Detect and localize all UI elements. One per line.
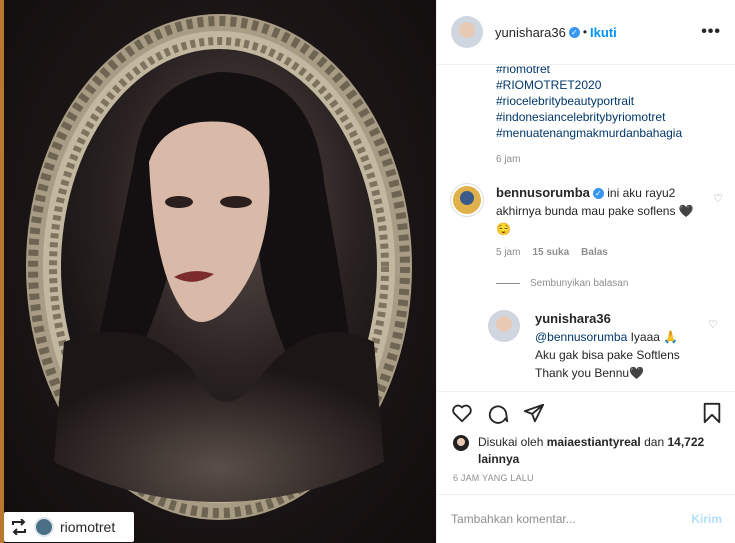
share-send-icon[interactable]	[523, 402, 545, 424]
more-options-icon[interactable]: •••	[701, 23, 721, 41]
hashtag-link[interactable]: #RIOMOTRET2020	[496, 77, 726, 93]
repost-avatar	[34, 517, 54, 537]
author-username[interactable]: yunishara36	[495, 25, 566, 40]
verified-badge-icon: ✓	[592, 188, 604, 199]
replies-divider-line	[496, 283, 520, 284]
like-heart-icon[interactable]	[451, 402, 473, 424]
author-avatar[interactable]	[451, 16, 483, 48]
hashtag-link[interactable]: #riomotret	[496, 66, 726, 77]
hashtag-link[interactable]: #menuatenangmakmurdanbahagia	[496, 125, 726, 141]
comment-bubble-icon[interactable]	[487, 402, 509, 424]
reply-mention-link[interactable]: @bennusorumba	[535, 330, 627, 344]
post-timestamp: 6 JAM YANG LALU	[453, 473, 534, 483]
comments-list[interactable]: #riomotret #RIOMOTRET2020 #riocelebrityb…	[437, 66, 735, 390]
repost-username[interactable]: riomotret	[60, 519, 115, 535]
caption-time: 6 jam	[496, 154, 521, 165]
likes-prefix: Disukai oleh	[478, 435, 547, 449]
liker-username[interactable]: maiaestiantyreal	[547, 435, 641, 449]
comment-body: bennusorumba ✓ ini aku rayu2 akhirnya bun…	[496, 184, 696, 238]
hide-replies-label: Sembunyikan balasan	[530, 278, 629, 289]
commenter-avatar[interactable]	[451, 184, 483, 216]
repost-tag[interactable]: riomotret	[4, 512, 134, 542]
hide-replies-button[interactable]: Sembunyikan balasan	[496, 278, 628, 289]
reply-button[interactable]: Balas	[581, 247, 608, 258]
liker-avatar	[453, 435, 469, 451]
post-actions: Disukai oleh maiaestiantyreal dan 14,722…	[437, 391, 735, 493]
repost-icon	[12, 519, 26, 535]
portrait-oval-frame	[26, 14, 412, 520]
post-image[interactable]: riomotret	[0, 0, 436, 543]
post-comment-button[interactable]: Kirim	[691, 512, 722, 526]
likes-text: Disukai oleh maiaestiantyreal dan 14,722…	[453, 434, 723, 468]
like-reply-heart-icon[interactable]: ♡	[708, 318, 718, 331]
hashtag-link[interactable]: #riocelebritybeautyportrait	[496, 93, 726, 109]
reply-username[interactable]: yunishara36	[535, 311, 611, 326]
post-side-panel: yunishara36 ✓ • Ikuti ••• #riomotret #RI…	[436, 0, 735, 543]
add-comment-bar: Kirim	[437, 494, 735, 543]
caption-hashtags: #riomotret #RIOMOTRET2020 #riocelebrityb…	[496, 66, 726, 141]
follow-button[interactable]: Ikuti	[590, 25, 617, 40]
action-icons-row	[451, 402, 722, 428]
post-header: yunishara36 ✓ • Ikuti •••	[437, 0, 735, 65]
verified-badge-icon: ✓	[568, 26, 580, 38]
header-separator: •	[582, 25, 588, 39]
commenter-username[interactable]: bennusorumba	[496, 185, 590, 200]
comment-input[interactable]	[451, 512, 692, 526]
comment-meta: 5 jam 15 suka Balas	[496, 247, 608, 258]
bookmark-save-icon[interactable]	[702, 402, 722, 424]
comment-likes-count[interactable]: 15 suka	[532, 247, 569, 258]
likes-middle: dan	[640, 435, 668, 449]
comment-time: 5 jam	[496, 247, 521, 258]
hashtag-link[interactable]: #indonesiancelebritybyriomotret	[496, 109, 726, 125]
like-comment-heart-icon[interactable]: ♡	[713, 192, 723, 205]
likes-summary: Disukai oleh maiaestiantyreal dan 14,722…	[453, 434, 723, 468]
reply-body: yunishara36 @bennusorumba Iyaaa 🙏 Aku ga…	[535, 310, 695, 382]
reply-author-avatar[interactable]	[488, 310, 520, 342]
image-edge-strip	[0, 0, 4, 543]
